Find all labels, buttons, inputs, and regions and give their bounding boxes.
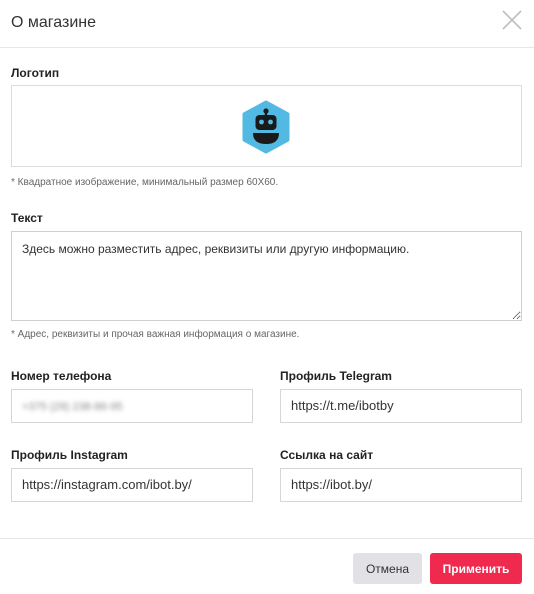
text-label: Текст — [11, 211, 43, 225]
text-hint: * Адрес, реквизиты и прочая важная инфор… — [11, 329, 300, 340]
info-textarea[interactable]: Здесь можно разместить адрес, реквизиты … — [11, 231, 522, 321]
telegram-label: Профиль Telegram — [280, 369, 392, 383]
site-input[interactable]: https://ibot.by/ — [280, 468, 522, 502]
dialog-title: О магазине — [11, 14, 96, 31]
phone-label: Номер телефона — [11, 369, 112, 383]
phone-value: +375 (29) 238-86-95 — [22, 401, 123, 413]
phone-input[interactable]: +375 (29) 238-86-95 — [11, 389, 253, 423]
cancel-button[interactable]: Отмена — [353, 553, 422, 584]
logo-label: Логотип — [11, 66, 60, 80]
apply-button[interactable]: Применить — [430, 553, 522, 584]
dialog-header: О магазине — [0, 0, 534, 48]
bot-logo-icon — [242, 100, 290, 154]
site-label: Ссылка на сайт — [280, 448, 374, 462]
footer-divider — [0, 538, 534, 539]
instagram-label: Профиль Instagram — [11, 448, 128, 462]
close-icon[interactable] — [500, 8, 524, 32]
logo-hint: * Квадратное изображение, минимальный ра… — [11, 177, 279, 188]
telegram-input[interactable]: https://t.me/ibotby — [280, 389, 522, 423]
logo-upload-area[interactable] — [11, 85, 522, 167]
instagram-input[interactable]: https://instagram.com/ibot.by/ — [11, 468, 253, 502]
